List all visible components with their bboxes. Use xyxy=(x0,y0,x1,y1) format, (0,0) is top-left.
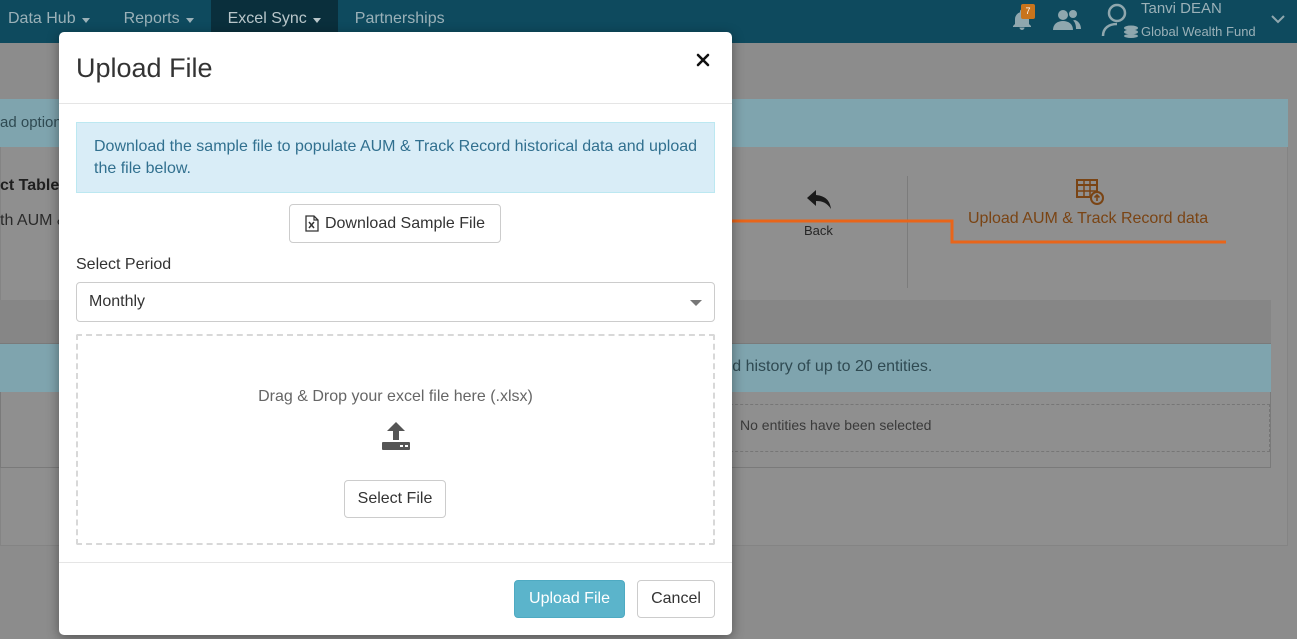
user-organization[interactable]: Global Wealth Fund xyxy=(1141,24,1256,39)
reply-icon xyxy=(807,190,831,209)
select-file-button[interactable]: Select File xyxy=(344,480,446,518)
nav-reports-label: Reports xyxy=(123,10,180,27)
upload-aum-track-record-label: Upload AUM & Track Record data xyxy=(968,210,1209,227)
nav-partnerships-label: Partnerships xyxy=(354,10,445,27)
cancel-button[interactable]: Cancel xyxy=(637,580,715,618)
nav-data-hub-label: Data Hub xyxy=(8,10,76,27)
notification-badge: 7 xyxy=(1021,4,1035,19)
file-dropzone[interactable]: Drag & Drop your excel file here (.xlsx)… xyxy=(76,334,715,545)
entities-empty-text: No entities have been selected xyxy=(740,417,932,433)
vertical-divider xyxy=(907,176,908,288)
users-icon[interactable] xyxy=(1053,8,1081,32)
table-upload-icon xyxy=(1076,179,1104,205)
entities-info-text: ord history of up to 20 entities. xyxy=(718,358,933,375)
download-sample-file-label: Download Sample File xyxy=(324,214,486,232)
select-table-label: ct Table xyxy=(0,177,60,194)
upload-file-modal: Upload File Download the sample file to … xyxy=(59,32,732,635)
modal-header: Upload File xyxy=(59,32,732,104)
select-period-dropdown[interactable]: Monthly xyxy=(76,282,715,322)
upload-icon xyxy=(382,422,410,450)
page-alert-text: ad option xyxy=(0,114,62,131)
select-period-label: Select Period xyxy=(76,256,172,273)
modal-title: Upload File xyxy=(76,53,213,83)
modal-footer xyxy=(59,562,732,635)
download-sample-file-button[interactable]: Download Sample File xyxy=(289,204,501,243)
info-alert: Download the sample file to populate AUM… xyxy=(76,122,715,193)
dropzone-text: Drag & Drop your excel file here (.xlsx) xyxy=(258,388,533,405)
close-icon[interactable] xyxy=(693,50,713,70)
excel-file-icon xyxy=(305,215,319,232)
chevron-down-icon[interactable] xyxy=(1271,14,1285,24)
caret-down-icon xyxy=(312,17,321,23)
caret-down-icon xyxy=(185,17,194,23)
caret-down-icon xyxy=(81,17,90,23)
user-account-icon[interactable] xyxy=(1101,2,1141,38)
select-period-value: Monthly xyxy=(89,293,146,310)
caret-down-icon xyxy=(690,300,702,306)
user-name[interactable]: Tanvi DEAN xyxy=(1141,0,1222,17)
select-table-value: th AUM & xyxy=(0,212,68,229)
nav-excel-sync-label: Excel Sync xyxy=(227,10,307,27)
upload-file-button[interactable]: Upload File xyxy=(514,580,625,618)
back-button-label: Back xyxy=(804,223,833,238)
